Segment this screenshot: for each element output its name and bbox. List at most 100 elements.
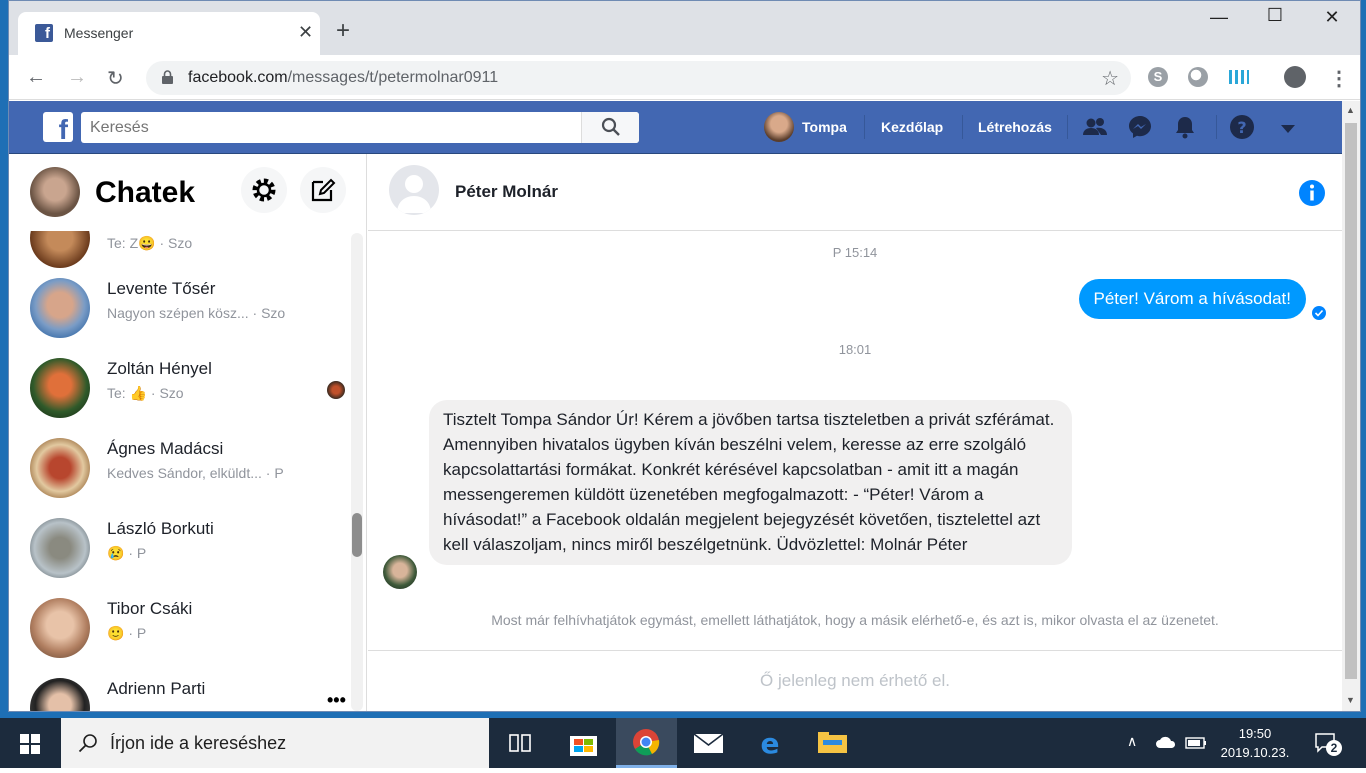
facebook-search-input[interactable]: [81, 112, 581, 143]
contact-avatar: [30, 598, 90, 658]
conversation-preview: 😢 · P: [107, 545, 147, 561]
conversation-preview: Te: Z😀 · Szo: [107, 235, 193, 251]
info-icon[interactable]: [1298, 179, 1326, 207]
tab-messenger[interactable]: f Messenger ✕: [18, 12, 320, 55]
seen-avatar: [327, 381, 345, 399]
svg-text:?: ?: [1237, 118, 1246, 137]
search-icon: [78, 734, 97, 753]
taskbar-search[interactable]: Írjon ide a kereséshez: [61, 718, 489, 768]
scrollbar-thumb[interactable]: [352, 513, 362, 557]
svg-text:e: e: [761, 727, 780, 760]
gear-icon: [252, 178, 276, 202]
browser-window: f Messenger ✕ + — ☐ ✕ ← → ↻ facebook.com…: [8, 0, 1361, 712]
my-avatar[interactable]: [30, 167, 80, 217]
contact-name: Adrienn Parti: [107, 679, 206, 698]
conversation-item[interactable]: Ágnes Madácsi Kedves Sándor, elküldt... …: [9, 428, 351, 508]
create-link[interactable]: Létrehozás: [978, 119, 1052, 135]
chrome-taskbar-icon[interactable]: [616, 718, 677, 768]
clock-date: 2019.10.23.: [1220, 745, 1290, 760]
contact-avatar-placeholder[interactable]: [389, 165, 439, 215]
facebook-search: [81, 112, 639, 143]
reload-icon[interactable]: ↻: [107, 66, 124, 91]
compose-icon: [311, 178, 336, 202]
maximize-button[interactable]: ☐: [1252, 5, 1298, 26]
onedrive-cloud-icon[interactable]: [1155, 735, 1177, 749]
contact-name: Levente Tősér: [107, 279, 216, 298]
address-bar-row: ← → ↻ facebook.com/messages/t/petermolna…: [9, 55, 1360, 100]
battery-icon[interactable]: [1185, 736, 1207, 750]
conversation-header: Péter Molnár: [368, 154, 1342, 231]
delivered-check-icon: [1312, 306, 1326, 320]
clock-time: 19:50: [1238, 726, 1272, 741]
close-tab-icon[interactable]: ✕: [298, 22, 313, 43]
back-icon[interactable]: ←: [26, 66, 46, 89]
extension-icon[interactable]: [1188, 67, 1208, 87]
contact-avatar: [30, 518, 90, 578]
new-message-button[interactable]: [300, 167, 346, 213]
grid-extension-icon[interactable]: [1229, 70, 1249, 84]
more-options-icon[interactable]: •••: [327, 690, 346, 711]
conversation-item[interactable]: Tibor Csáki 🙂 · P: [9, 588, 351, 668]
settings-button[interactable]: [241, 167, 287, 213]
file-explorer-icon[interactable]: [802, 718, 863, 768]
chat-list-scrollbar[interactable]: [351, 233, 363, 711]
scroll-down-arrow-icon[interactable]: ▼: [1346, 695, 1355, 705]
skype-extension-icon[interactable]: S: [1148, 67, 1168, 87]
chevron-up-icon[interactable]: ∧: [1127, 733, 1137, 750]
contact-name-header[interactable]: Péter Molnár: [455, 182, 558, 202]
task-view-icon[interactable]: [490, 718, 551, 768]
page-scrollbar-thumb[interactable]: [1345, 123, 1357, 679]
scroll-up-arrow-icon[interactable]: ▲: [1346, 105, 1355, 115]
contact-avatar: [30, 678, 90, 711]
contact-name: Ágnes Madácsi: [107, 439, 224, 458]
facebook-logo-icon[interactable]: f: [43, 112, 73, 142]
windows-start-icon[interactable]: [20, 734, 40, 754]
contact-avatar: [30, 358, 90, 418]
conversation-list: Te: Z😀 · Szo Levente Tősér Nagyon szépen…: [9, 231, 351, 711]
page-scrollbar[interactable]: ▲ ▼: [1342, 101, 1360, 711]
outgoing-message[interactable]: Péter! Várom a hívásodat!: [1078, 279, 1306, 319]
message-timestamp: P 15:14: [832, 245, 878, 260]
menu-dots-icon[interactable]: ⋮: [1329, 66, 1349, 91]
conversation-preview: Te: 👍 · Szo: [107, 385, 184, 401]
nav-divider: [864, 115, 865, 139]
chat-list-title: Chatek: [95, 176, 196, 209]
chevron-down-icon[interactable]: [1275, 116, 1301, 142]
contact-name: Tibor Csáki: [107, 599, 193, 618]
home-link[interactable]: Kezdőlap: [881, 119, 943, 135]
system-clock[interactable]: 19:50 2019.10.23.: [1215, 724, 1295, 762]
help-icon[interactable]: ?: [1229, 114, 1255, 140]
conversation-item[interactable]: Levente Tősér Nagyon szépen kösz... · Sz…: [9, 268, 351, 348]
conversation-preview: 🙂 · P: [107, 625, 147, 641]
edge-icon[interactable]: e: [740, 718, 801, 768]
conversation-item[interactable]: Adrienn Parti •••: [9, 668, 351, 711]
conversation-item[interactable]: László Borkuti 😢 · P: [9, 508, 351, 588]
mail-icon[interactable]: [678, 718, 739, 768]
new-tab-button[interactable]: +: [336, 17, 350, 45]
store-icon[interactable]: [553, 718, 614, 768]
messenger-icon[interactable]: [1127, 114, 1153, 140]
bookmark-star-icon[interactable]: ☆: [1101, 66, 1119, 91]
conversation-panel: Péter Molnár P 15:14 Péter! Várom a hívá…: [368, 154, 1342, 711]
incoming-message[interactable]: Tisztelt Tompa Sándor Úr! Kérem a jövőbe…: [429, 400, 1072, 565]
notifications-bell-icon[interactable]: [1172, 114, 1198, 140]
omnibox[interactable]: facebook.com/messages/t/petermolnar0911 …: [146, 61, 1131, 95]
forward-icon[interactable]: →: [67, 66, 87, 89]
profile-avatar[interactable]: [764, 112, 794, 142]
taskbar-search-placeholder: Írjon ide a kereséshez: [110, 733, 287, 753]
chat-list-panel: Chatek Te: Z😀 · Szo Levente Tősér Nagyon…: [9, 154, 367, 711]
contact-name: Zoltán Hényel: [107, 359, 212, 378]
action-center-icon[interactable]: 2: [1314, 732, 1342, 756]
sender-avatar[interactable]: [383, 555, 417, 589]
notification-count-badge: 2: [1326, 740, 1342, 756]
profile-icon[interactable]: [1284, 66, 1306, 88]
minimize-button[interactable]: —: [1196, 7, 1242, 28]
url-text: facebook.com/messages/t/petermolnar0911: [188, 69, 499, 86]
close-window-button[interactable]: ✕: [1309, 7, 1355, 28]
search-button[interactable]: [581, 112, 639, 143]
friends-icon[interactable]: [1082, 114, 1108, 140]
contact-avatar: [30, 438, 90, 498]
default-user-icon: [397, 175, 431, 213]
conversation-item[interactable]: Zoltán Hényel Te: 👍 · Szo: [9, 348, 351, 428]
profile-link[interactable]: Tompa: [802, 119, 847, 135]
